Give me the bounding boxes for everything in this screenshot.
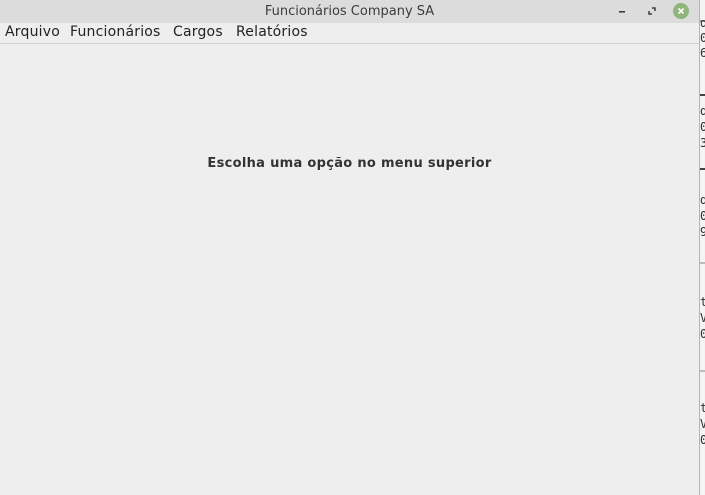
- background-window-edge: d 0 6 d 0 3 d 0 9 t_ V 0 t_ V 0: [699, 0, 705, 495]
- edge-divider: [700, 262, 705, 264]
- edge-fragment: V: [700, 417, 705, 432]
- edge-fragment: d: [700, 104, 705, 119]
- edge-fragment: 0: [700, 209, 705, 224]
- edge-fragment: d: [700, 193, 705, 208]
- maximize-icon[interactable]: [644, 3, 660, 19]
- edge-divider: [700, 370, 705, 372]
- menu-cargos[interactable]: Cargos: [173, 24, 223, 40]
- edge-fragment: 3: [700, 136, 705, 151]
- edge-fragment: 6: [700, 46, 705, 61]
- minimize-icon[interactable]: [614, 3, 630, 19]
- menu-relatorios[interactable]: Relatórios: [236, 24, 308, 40]
- edge-fragment: 9: [700, 225, 705, 240]
- title-bar[interactable]: Funcionários Company SA: [0, 0, 699, 23]
- edge-fragment: V: [700, 311, 705, 326]
- edge-divider: [700, 94, 705, 96]
- edge-fragment: 0: [700, 433, 705, 448]
- main-window: Funcionários Company SA Arquivo Funcioná…: [0, 0, 699, 495]
- menu-funcionarios[interactable]: Funcionários: [70, 24, 161, 40]
- edge-fragment: 0: [700, 31, 705, 46]
- menu-bar: Arquivo Funcionários Cargos Relatórios: [0, 23, 699, 44]
- edge-fragment: 0: [700, 327, 705, 342]
- window-title: Funcionários Company SA: [264, 4, 435, 19]
- edge-fragment: d: [700, 16, 705, 31]
- menu-arquivo[interactable]: Arquivo: [5, 24, 60, 40]
- edge-divider: [700, 168, 705, 170]
- instruction-message: Escolha uma opção no menu superior: [207, 156, 492, 171]
- edge-fragment: 0: [700, 120, 705, 135]
- edge-fragment: t_: [700, 295, 705, 310]
- main-content: Escolha uma opção no menu superior: [0, 44, 699, 495]
- close-icon[interactable]: [673, 3, 689, 19]
- edge-fragment: t_: [700, 401, 705, 416]
